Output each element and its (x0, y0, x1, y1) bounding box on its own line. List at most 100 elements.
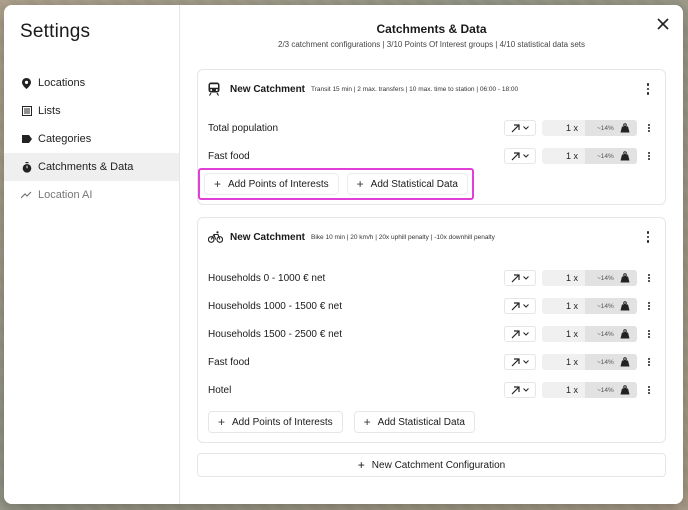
settings-sidebar: Settings Locations Lists Categories Catc… (4, 5, 180, 504)
weight-percent: ~14% (585, 382, 637, 398)
arrow-up-right-icon (511, 123, 520, 132)
row-label: Households 1500 - 2500 € net (208, 328, 342, 340)
usage-summary: 2/3 catchment configurations | 3/10 Poin… (278, 40, 585, 49)
catchment-card: New Catchment Transit 15 min | 2 max. tr… (197, 69, 666, 205)
row-label: Total population (208, 122, 279, 134)
row-menu-icon[interactable] (647, 273, 651, 283)
highlight-box: + Add Points of Interests + Add Statisti… (198, 168, 474, 200)
catchment-menu-icon[interactable] (645, 82, 651, 96)
weight-icon (620, 329, 630, 339)
table-row: Fast food 1 x ~14% (198, 142, 665, 170)
sidebar-item-label: Locations (38, 77, 86, 89)
row-label: Fast food (208, 150, 250, 162)
weight-input[interactable]: 1 x ~14% (542, 270, 637, 286)
percent-value: ~14% (597, 358, 614, 366)
percent-value: ~14% (597, 152, 614, 160)
catchment-description: Transit 15 min | 2 max. transfers | 10 m… (311, 85, 519, 93)
arrow-up-right-icon (511, 151, 520, 160)
multiplier-value: 1 x (565, 273, 578, 283)
chevron-down-icon (523, 360, 529, 364)
add-poi-button[interactable]: + Add Points of Interests (204, 173, 339, 195)
row-menu-icon[interactable] (647, 385, 651, 395)
row-label: Households 1000 - 1500 € net (208, 300, 342, 312)
sidebar-item-lists[interactable]: Lists (4, 97, 179, 125)
catchment-card: New Catchment Bike 10 min | 20 km/h | 20… (197, 217, 666, 443)
weight-icon (620, 273, 630, 283)
sidebar-item-categories[interactable]: Categories (4, 125, 179, 153)
weight-percent: ~14% (585, 148, 637, 164)
sidebar-title: Settings (20, 21, 91, 42)
table-row: Total population 1 x ~14% (198, 114, 665, 142)
catchment-name: New Catchment (230, 83, 306, 95)
chevron-down-icon (523, 126, 529, 130)
catchment-name: New Catchment (230, 231, 306, 243)
row-menu-icon[interactable] (647, 329, 651, 339)
add-statistical-data-button[interactable]: + Add Statistical Data (353, 411, 475, 433)
weight-percent: ~14% (585, 354, 637, 370)
weight-input[interactable]: 1 x ~14% (542, 148, 637, 164)
direction-dropdown[interactable] (504, 354, 536, 370)
direction-dropdown[interactable] (504, 148, 536, 164)
add-stat-label: Add Statistical Data (370, 178, 458, 190)
arrow-up-right-icon (511, 329, 520, 338)
weight-input[interactable]: 1 x ~14% (542, 354, 637, 370)
percent-value: ~14% (597, 124, 614, 132)
chevron-down-icon (523, 304, 529, 308)
tag-icon (21, 134, 32, 145)
table-row: Households 1500 - 2500 € net 1 x ~14% (198, 320, 665, 348)
close-icon[interactable] (656, 17, 670, 31)
plus-icon: + (363, 415, 371, 429)
direction-dropdown[interactable] (504, 120, 536, 136)
direction-dropdown[interactable] (504, 326, 536, 342)
weight-input[interactable]: 1 x ~14% (542, 120, 637, 136)
row-label: Fast food (208, 356, 250, 368)
weight-percent: ~14% (585, 120, 637, 136)
row-menu-icon[interactable] (647, 123, 651, 133)
arrow-up-right-icon (511, 385, 520, 394)
weight-icon (620, 357, 630, 367)
add-poi-label: Add Points of Interests (232, 416, 333, 428)
multiplier-value: 1 x (565, 301, 578, 311)
multiplier-value: 1 x (565, 357, 578, 367)
percent-value: ~14% (597, 302, 614, 310)
multiplier-value: 1 x (565, 123, 578, 133)
sidebar-item-catchments-data[interactable]: Catchments & Data (4, 153, 179, 181)
multiplier-value: 1 x (565, 385, 578, 395)
weight-icon (620, 385, 630, 395)
row-label: Households 0 - 1000 € net (208, 272, 326, 284)
train-icon (208, 82, 222, 96)
weight-percent: ~14% (585, 326, 637, 342)
weight-input[interactable]: 1 x ~14% (542, 382, 637, 398)
table-row: Fast food 1 x ~14% (198, 348, 665, 376)
catchment-menu-icon[interactable] (645, 230, 651, 244)
weight-icon (620, 151, 630, 161)
percent-value: ~14% (597, 330, 614, 338)
bicycle-icon (207, 230, 224, 244)
add-actions: + Add Points of Interests + Add Statisti… (208, 410, 665, 434)
multiplier-value: 1 x (565, 329, 578, 339)
row-label: Hotel (208, 384, 232, 396)
stopwatch-icon (21, 161, 32, 173)
new-catchment-configuration-button[interactable]: + New Catchment Configuration (197, 453, 666, 477)
chevron-down-icon (523, 154, 529, 158)
row-menu-icon[interactable] (647, 357, 651, 367)
weight-input[interactable]: 1 x ~14% (542, 298, 637, 314)
catchments-panel: Catchments & Data 2/3 catchment configur… (180, 5, 683, 504)
direction-dropdown[interactable] (504, 298, 536, 314)
sidebar-item-location-ai[interactable]: Location AI (4, 181, 179, 209)
row-menu-icon[interactable] (647, 301, 651, 311)
percent-value: ~14% (597, 274, 614, 282)
add-poi-button[interactable]: + Add Points of Interests (208, 411, 343, 433)
chevron-down-icon (523, 276, 529, 280)
add-statistical-data-button[interactable]: + Add Statistical Data (346, 173, 468, 195)
trend-icon (21, 190, 32, 201)
sidebar-item-locations[interactable]: Locations (4, 69, 179, 97)
direction-dropdown[interactable] (504, 270, 536, 286)
catchment-header: New Catchment Bike 10 min | 20 km/h | 20… (198, 218, 665, 256)
direction-dropdown[interactable] (504, 382, 536, 398)
table-row: Hotel 1 x ~14% (198, 376, 665, 404)
row-menu-icon[interactable] (647, 151, 651, 161)
location-pin-icon (21, 77, 32, 89)
weight-input[interactable]: 1 x ~14% (542, 326, 637, 342)
weight-percent: ~14% (585, 270, 637, 286)
